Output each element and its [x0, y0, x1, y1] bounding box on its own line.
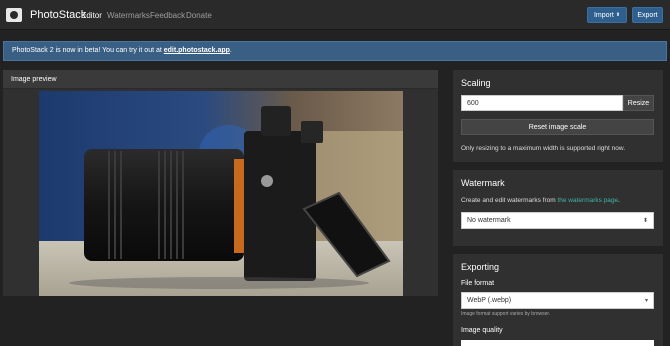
file-format-label: File format	[461, 280, 495, 287]
reset-scale-button[interactable]: Reset image scale	[461, 119, 654, 135]
camera-photo	[39, 91, 403, 296]
scaling-help: Only resizing to a maximum width is supp…	[461, 145, 626, 152]
resize-button[interactable]: Resize	[623, 95, 654, 111]
watermark-select[interactable]: No watermark ⬍	[461, 212, 654, 229]
updown-icon: ⬍	[615, 12, 621, 18]
watermark-selected: No watermark	[467, 217, 511, 224]
watermark-title: Watermark	[461, 178, 505, 188]
scaling-title: Scaling	[461, 78, 491, 88]
nav-editor[interactable]: Editor	[81, 11, 102, 20]
reset-label: Reset image scale	[528, 123, 587, 131]
export-label: Export	[637, 11, 658, 19]
image-quality-input[interactable]	[461, 340, 654, 346]
file-format-selected: WebP (.webp)	[467, 297, 512, 304]
import-label: Import	[593, 11, 614, 19]
nav-donate[interactable]: Donate	[186, 11, 212, 20]
watermarks-page-link[interactable]: the watermarks page	[557, 197, 618, 204]
file-format-select[interactable]: WebP (.webp) ▾	[461, 292, 654, 309]
nav-feedback[interactable]: Feedback	[150, 11, 185, 20]
preview-image	[39, 91, 403, 296]
watermark-panel: Watermark	[453, 170, 663, 246]
image-preview-panel: Image preview	[3, 70, 438, 296]
banner-text: PhotoStack 2 is now in beta! You can try…	[12, 47, 164, 54]
width-input[interactable]	[461, 95, 623, 111]
banner-suffix: .	[229, 47, 232, 54]
exporting-title: Exporting	[461, 262, 500, 272]
banner-link[interactable]: edit.photostack.app	[164, 47, 230, 54]
camera-icon	[6, 8, 22, 22]
watermark-help-text: Create and edit watermarks from	[461, 197, 558, 204]
import-button[interactable]: Import ⬍	[587, 7, 627, 23]
beta-banner: PhotoStack 2 is now in beta! You can try…	[3, 41, 667, 61]
format-help: Image format support varies by browser.	[461, 311, 551, 317]
top-navbar: PhotoStack Editor Watermarks Feedback Do…	[0, 0, 670, 30]
app-name: PhotoStack	[30, 9, 87, 21]
watermark-help-suffix: .	[618, 197, 620, 204]
watermark-help: Create and edit watermarks from the wate…	[461, 197, 620, 204]
updown-icon: ⬍	[642, 218, 648, 224]
export-button[interactable]: Export	[632, 7, 663, 23]
image-quality-label: Image quality	[461, 327, 503, 334]
chevron-down-icon: ▾	[644, 298, 648, 304]
preview-header: Image preview	[3, 70, 438, 89]
resize-label: Resize	[627, 99, 650, 107]
nav-watermarks[interactable]: Watermarks	[107, 11, 150, 20]
brand[interactable]: PhotoStack	[6, 7, 86, 23]
